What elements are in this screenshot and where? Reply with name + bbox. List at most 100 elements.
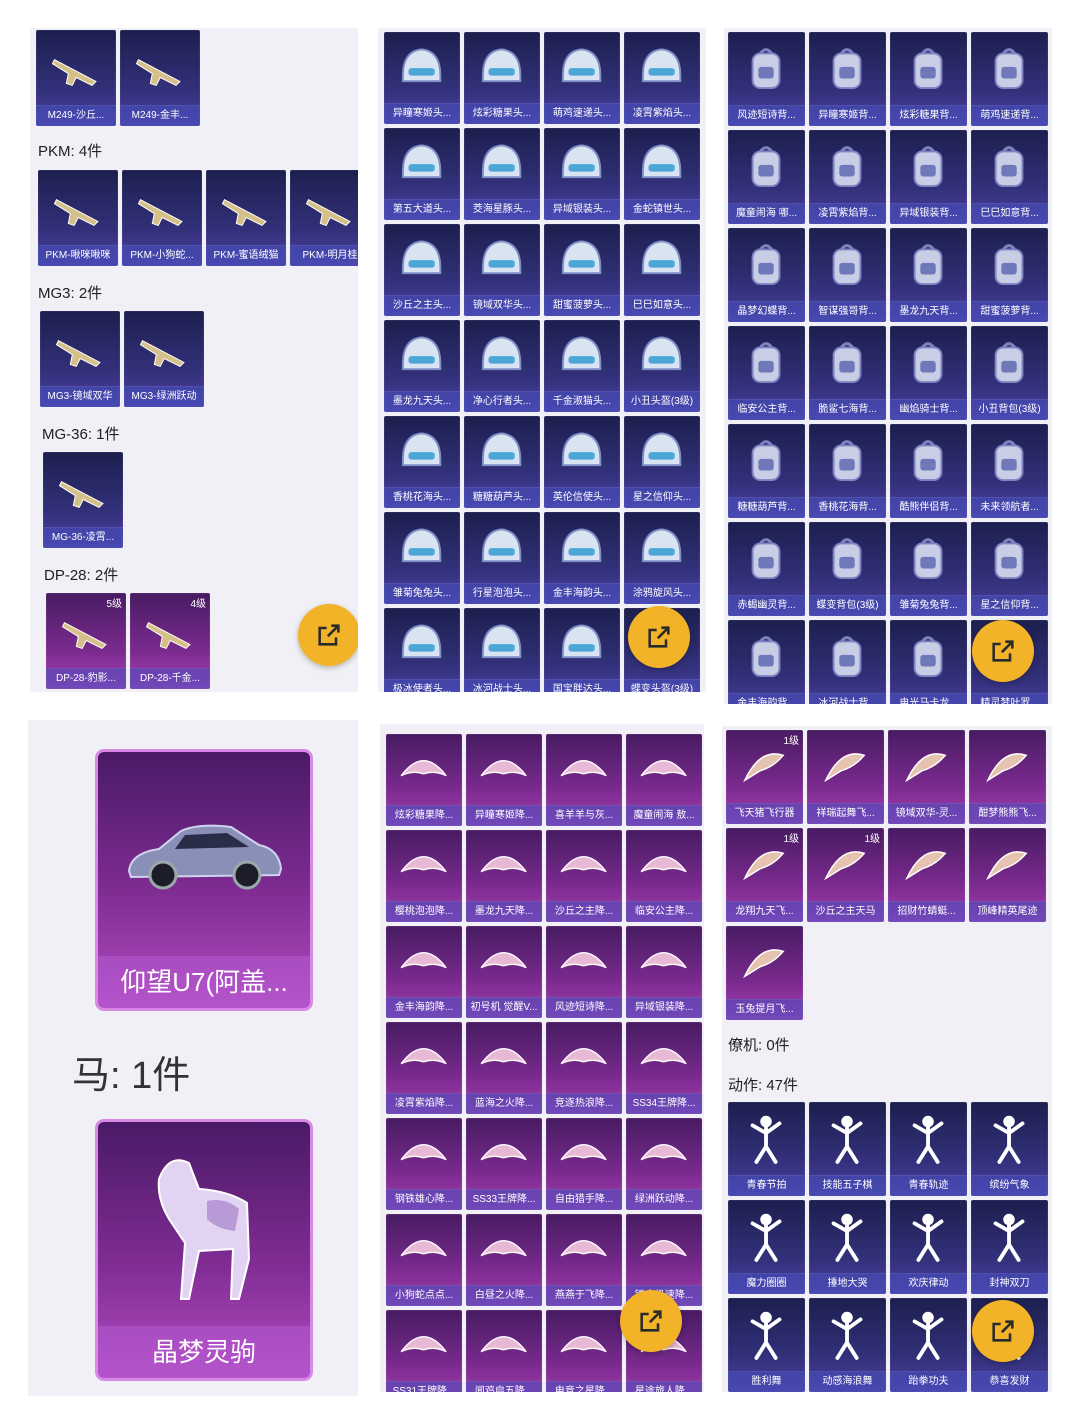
weapon-card[interactable]: M249-沙丘... [36, 30, 116, 126]
parachute-card[interactable]: 异域银装降... [626, 926, 702, 1018]
backpack-card[interactable]: 脆鲨七海背... [809, 326, 886, 420]
emote-card[interactable]: 欢庆律动 [890, 1200, 967, 1294]
emote-card[interactable]: 魔力圈圈 [728, 1200, 805, 1294]
share-button[interactable] [298, 604, 358, 666]
parachute-card[interactable]: 凌霄紫焰降... [386, 1022, 462, 1114]
parachute-card[interactable]: 白昼之火降... [466, 1214, 542, 1306]
helmet-card[interactable]: 茭海星豚头... [464, 128, 540, 220]
helmet-card[interactable]: 极冰使者头... [384, 608, 460, 692]
trail-card[interactable]: 1级 沙丘之主天马 [807, 828, 884, 922]
trail-card[interactable]: 招财竹蜻蜓... [888, 828, 965, 922]
parachute-card[interactable]: 喜羊羊与灰... [546, 734, 622, 826]
helmet-card[interactable]: 雏菊兔兔头... [384, 512, 460, 604]
helmet-card[interactable]: 千金淑猫头... [544, 320, 620, 412]
backpack-card[interactable]: 糖糖葫芦背... [728, 424, 805, 518]
helmet-card[interactable]: 沙丘之主头... [384, 224, 460, 316]
backpack-card[interactable]: 酷熊伴侣背... [890, 424, 967, 518]
helmet-card[interactable]: 墨龙九天头... [384, 320, 460, 412]
helmet-card[interactable]: 金蛇镇世头... [624, 128, 700, 220]
helmet-card[interactable]: 第五大道头... [384, 128, 460, 220]
backpack-card[interactable]: 蝶变背包(3级) [809, 522, 886, 616]
backpack-card[interactable]: 赤蝎幽灵背... [728, 522, 805, 616]
parachute-card[interactable]: 金丰海韵降... [386, 926, 462, 1018]
helmet-card[interactable]: 镜域双华头... [464, 224, 540, 316]
parachute-card[interactable]: 异瞳寒姬降... [466, 734, 542, 826]
emote-card[interactable]: 跆拳功夫 [890, 1298, 967, 1392]
backpack-card[interactable]: 冰河战士背... [809, 620, 886, 704]
backpack-card[interactable]: 萌鸡速递背... [971, 32, 1048, 126]
weapon-card[interactable]: M249-金丰... [120, 30, 200, 126]
backpack-card[interactable]: 晶梦幻蝶背... [728, 228, 805, 322]
emote-card[interactable]: 动感海浪舞 [809, 1298, 886, 1392]
share-button[interactable] [620, 1290, 682, 1352]
parachute-card[interactable]: 炫彩糖果降... [386, 734, 462, 826]
weapon-card[interactable]: MG3-绿洲跃动 [124, 311, 204, 407]
helmet-card[interactable]: 涂鸦旋风头... [624, 512, 700, 604]
helmet-card[interactable]: 凌霄紫焰头... [624, 32, 700, 124]
parachute-card[interactable]: SS33王牌降... [466, 1118, 542, 1210]
helmet-card[interactable]: 异瞳寒姬头... [384, 32, 460, 124]
helmet-card[interactable]: 香桃花海头... [384, 416, 460, 508]
backpack-card[interactable]: 凌霄紫焰背... [809, 130, 886, 224]
helmet-card[interactable]: 冰河战士头... [464, 608, 540, 692]
parachute-card[interactable]: SS34王牌降... [626, 1022, 702, 1114]
backpack-card[interactable]: 雏菊兔兔背... [890, 522, 967, 616]
helmet-card[interactable]: 异域银装头... [544, 128, 620, 220]
trail-card[interactable]: 镜域双华-灵... [888, 730, 965, 824]
weapon-card[interactable]: PKM-啾咪啾咪 [38, 170, 118, 266]
weapon-card[interactable]: 5级 DP-28-豹影... [46, 593, 126, 689]
backpack-card[interactable]: 墨龙九天背... [890, 228, 967, 322]
helmet-card[interactable]: 国宝胖达头... [544, 608, 620, 692]
vehicle-card[interactable]: 仰望U7(阿盖... [98, 752, 310, 1008]
backpack-card[interactable]: 香桃花海背... [809, 424, 886, 518]
trail-card[interactable]: 祥瑞起舞飞... [807, 730, 884, 824]
helmet-card[interactable]: 巳巳如意头... [624, 224, 700, 316]
parachute-card[interactable]: 燕燕于飞降... [546, 1214, 622, 1306]
parachute-card[interactable]: 小狗蛇点点... [386, 1214, 462, 1306]
backpack-card[interactable]: 风迹短诗背... [728, 32, 805, 126]
backpack-card[interactable]: 巳巳如意背... [971, 130, 1048, 224]
horse-card[interactable]: 晶梦灵驹 [98, 1122, 310, 1378]
backpack-card[interactable]: 电光马卡龙... [890, 620, 967, 704]
helmet-card[interactable]: 金丰海韵头... [544, 512, 620, 604]
helmet-card[interactable]: 炫彩糖果头... [464, 32, 540, 124]
backpack-card[interactable]: 甜蜜菠萝背... [971, 228, 1048, 322]
parachute-card[interactable]: 闻鸡启五降... [466, 1310, 542, 1392]
helmet-card[interactable]: 星之信仰头... [624, 416, 700, 508]
parachute-card[interactable]: 樱桃泡泡降... [386, 830, 462, 922]
helmet-card[interactable]: 糖糖葫芦头... [464, 416, 540, 508]
backpack-card[interactable]: 魔童闹海 哪... [728, 130, 805, 224]
parachute-card[interactable]: 临安公主降... [626, 830, 702, 922]
weapon-card[interactable]: MG-36-凌霄... [43, 452, 123, 548]
parachute-card[interactable]: 风迹短诗降... [546, 926, 622, 1018]
backpack-card[interactable]: 炫彩糖果背... [890, 32, 967, 126]
backpack-card[interactable]: 小丑背包(3级) [971, 326, 1048, 420]
emote-card[interactable]: 技能五子棋 [809, 1102, 886, 1196]
share-button[interactable] [972, 1300, 1034, 1362]
weapon-card[interactable]: PKM-蜜语绒猫 [206, 170, 286, 266]
weapon-card[interactable]: 4级 DP-28-千金... [130, 593, 210, 689]
helmet-card[interactable]: 萌鸡速递头... [544, 32, 620, 124]
helmet-card[interactable]: 英伦信使头... [544, 416, 620, 508]
backpack-card[interactable]: 临安公主背... [728, 326, 805, 420]
backpack-card[interactable]: 异域银装背... [890, 130, 967, 224]
backpack-card[interactable]: 智谋强哥背... [809, 228, 886, 322]
parachute-card[interactable]: 竞逐热浪降... [546, 1022, 622, 1114]
parachute-card[interactable]: 墨龙九天降... [466, 830, 542, 922]
helmet-card[interactable]: 甜蜜菠萝头... [544, 224, 620, 316]
backpack-card[interactable]: 异瞳寒姬背... [809, 32, 886, 126]
parachute-card[interactable]: 钢铁雄心降... [386, 1118, 462, 1210]
helmet-card[interactable]: 行星泡泡头... [464, 512, 540, 604]
trail-card[interactable]: 1级 龙翔九天飞... [726, 828, 803, 922]
trail-card[interactable]: 玉兔提月飞... [726, 926, 803, 1020]
share-button[interactable] [628, 606, 690, 668]
backpack-card[interactable]: 星之信仰背... [971, 522, 1048, 616]
helmet-card[interactable]: 净心行者头... [464, 320, 540, 412]
emote-card[interactable]: 缤纷气象 [971, 1102, 1048, 1196]
parachute-card[interactable]: 初号机 觉醒V... [466, 926, 542, 1018]
backpack-card[interactable]: 未来领航者... [971, 424, 1048, 518]
parachute-card[interactable]: SS31王牌降... [386, 1310, 462, 1392]
emote-card[interactable]: 青春轨迹 [890, 1102, 967, 1196]
emote-card[interactable]: 胜利舞 [728, 1298, 805, 1392]
emote-card[interactable]: 捶地大哭 [809, 1200, 886, 1294]
